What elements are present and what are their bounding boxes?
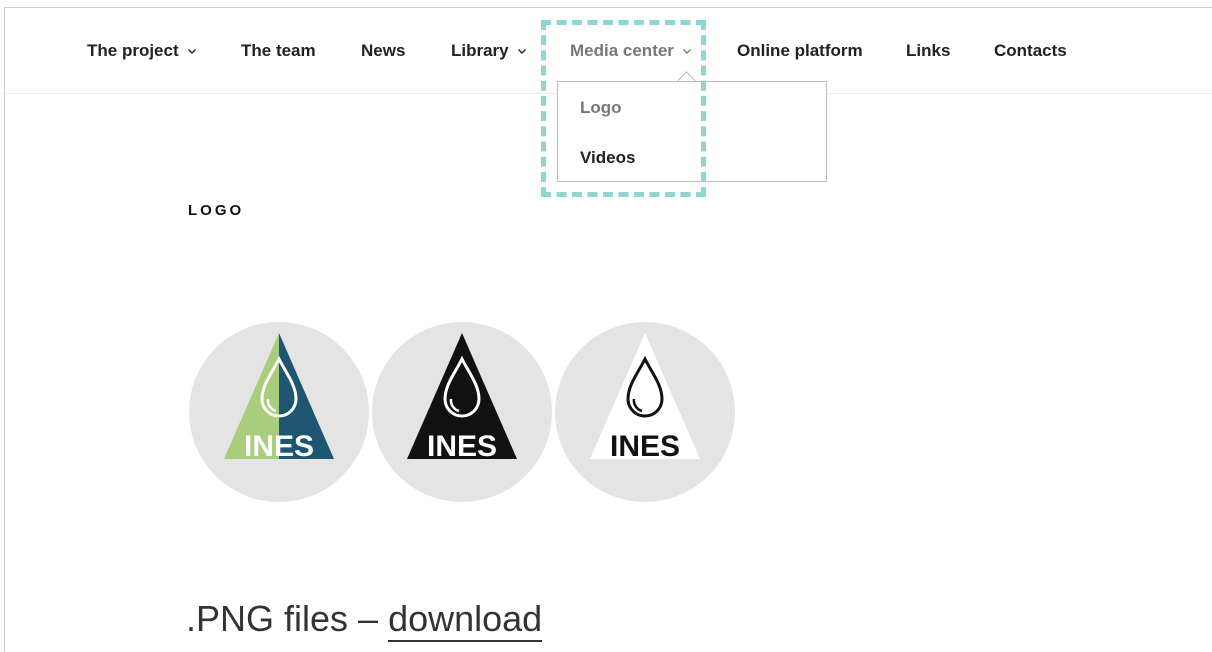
nav-item-contacts[interactable]: Contacts (994, 39, 1067, 63)
section-title: LOGO (188, 202, 245, 219)
dropdown-item-videos[interactable]: Videos (580, 148, 635, 168)
media-center-dropdown: Logo Videos (557, 81, 827, 182)
logo-text: INES (610, 430, 680, 463)
logo-white: INES (554, 321, 736, 503)
logo-gallery: INES INES INES (188, 321, 738, 503)
nav-item-label: News (361, 41, 406, 60)
chevron-down-icon (517, 46, 527, 56)
dropdown-item-logo[interactable]: Logo (580, 98, 622, 118)
main-navigation: The project The team News Library Media … (0, 39, 1212, 63)
nav-item-label: Library (451, 41, 509, 60)
chevron-down-icon (682, 46, 692, 56)
download-link[interactable]: download (388, 598, 543, 642)
nav-item-label: Links (906, 41, 951, 60)
nav-item-links[interactable]: Links (906, 39, 950, 63)
nav-item-label: Media center (570, 41, 674, 60)
png-downloads: .PNG files – download (186, 598, 543, 642)
nav-item-label: The project (87, 41, 179, 60)
nav-item-media-center[interactable]: Media center (570, 39, 692, 63)
downloads-label: .PNG files – (186, 598, 389, 639)
nav-item-library[interactable]: Library (451, 39, 527, 63)
logo-color: INES (188, 321, 370, 503)
nav-item-the-team[interactable]: The team (241, 39, 316, 63)
chevron-down-icon (187, 46, 197, 56)
window-frame-top (4, 7, 1212, 8)
logo-black: INES (371, 321, 553, 503)
nav-item-news[interactable]: News (361, 39, 405, 63)
window-frame-left (4, 7, 5, 652)
nav-item-label: The team (241, 41, 316, 60)
nav-item-the-project[interactable]: The project (87, 39, 197, 63)
logo-text: INES (244, 430, 314, 463)
nav-item-online-platform[interactable]: Online platform (737, 39, 863, 63)
nav-item-label: Online platform (737, 41, 863, 60)
logo-text: INES (427, 430, 497, 463)
nav-item-label: Contacts (994, 41, 1067, 60)
